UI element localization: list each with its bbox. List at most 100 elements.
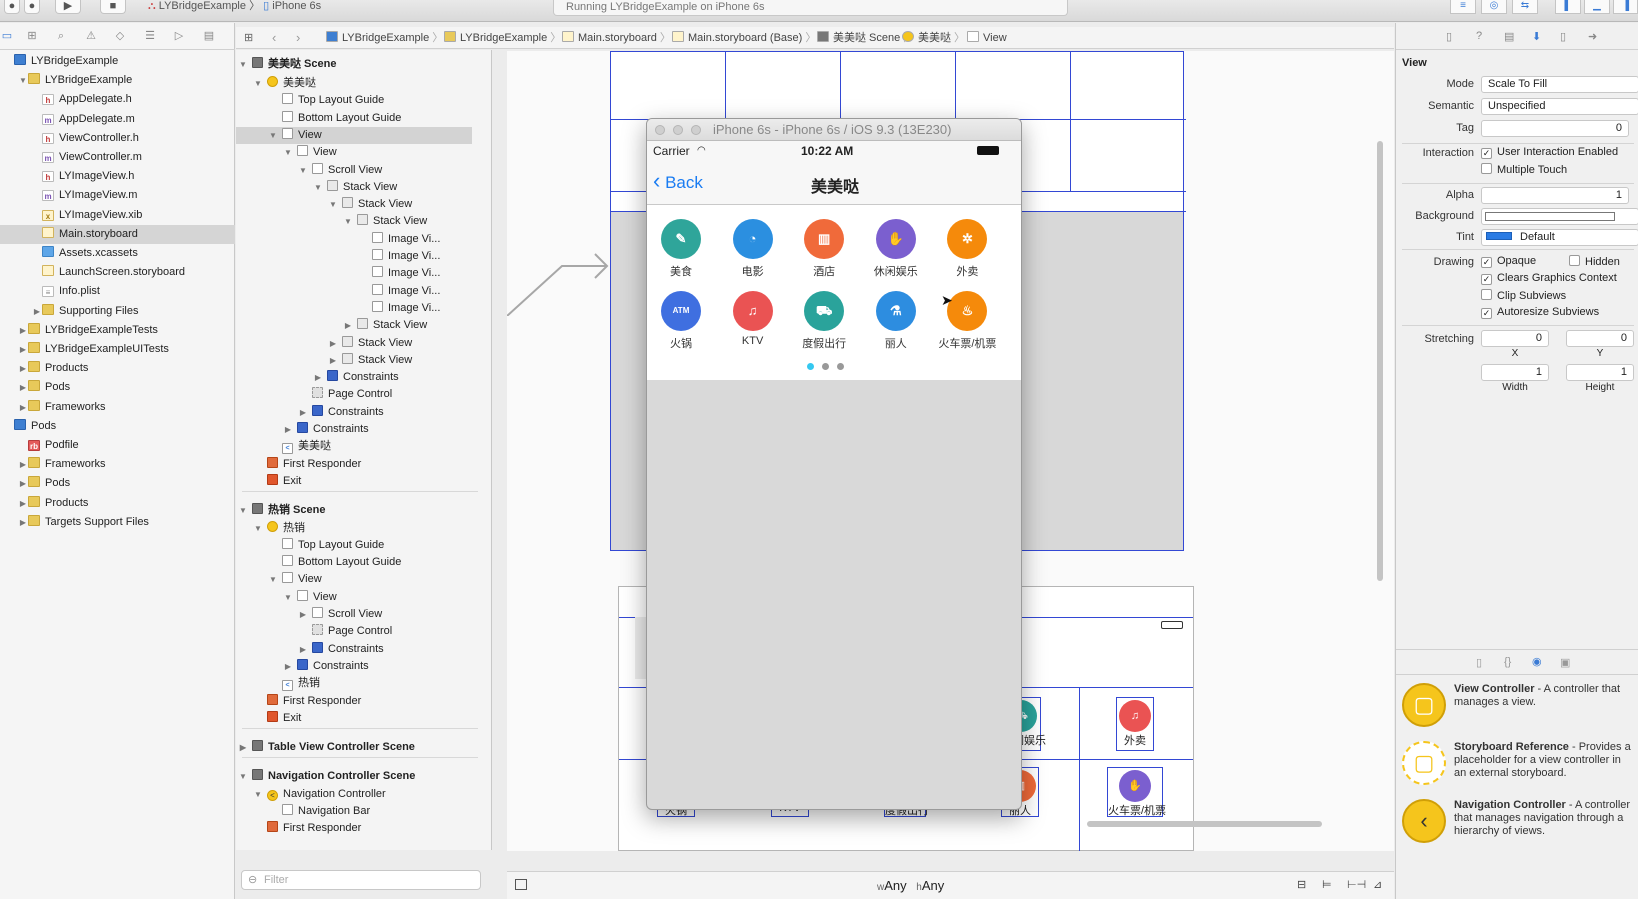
disclosure-open-icon[interactable]: ▼	[253, 75, 263, 92]
outline-item[interactable]: ▼ View	[236, 589, 472, 606]
outline-item[interactable]: ▼ View	[236, 144, 472, 161]
disclosure-open-icon[interactable]: ▼	[283, 589, 293, 606]
outline-item[interactable]: ▼ Navigation Controller Scene	[236, 768, 472, 785]
disclosure-closed-icon[interactable]: ▶	[18, 513, 28, 532]
back-arrow-icon[interactable]: ‹	[272, 30, 276, 45]
hidden-checkbox[interactable]: Hidden	[1569, 255, 1620, 268]
outline-item[interactable]: ▶ Constraints	[236, 658, 472, 675]
run-button[interactable]: ▶	[55, 0, 81, 14]
size-class-selector[interactable]: wAny hAny	[877, 878, 944, 893]
outline-item[interactable]: ▶ Constraints	[236, 404, 472, 421]
outline-item[interactable]: ▼ 热销	[236, 520, 472, 537]
outline-item[interactable]: Image Vi...	[236, 300, 472, 317]
disclosure-closed-icon[interactable]: ▶	[298, 641, 308, 658]
disclosure-closed-icon[interactable]: ▶	[298, 606, 308, 623]
library-item[interactable]: ▢ Storyboard Reference - Provides a place…	[1402, 737, 1638, 793]
disclosure-open-icon[interactable]: ▼	[328, 196, 338, 213]
file-tree-item[interactable]: ▶ Frameworks	[0, 455, 235, 474]
file-tree-item[interactable]: Pods	[0, 417, 235, 436]
outline-item[interactable]: ▼ 热销 Scene	[236, 502, 472, 519]
outline-item[interactable]: First Responder	[236, 693, 472, 710]
autoresize-checkbox[interactable]: ✓ Autoresize Subviews	[1481, 306, 1599, 319]
outline-item[interactable]: < 热销	[236, 675, 472, 692]
user-interaction-checkbox[interactable]: ✓ User Interaction Enabled	[1481, 146, 1618, 159]
version-editor-icon[interactable]: ⇆	[1512, 0, 1538, 14]
file-tree-item[interactable]: ≡ Info.plist	[0, 282, 235, 301]
outline-item[interactable]: ▼ Scroll View	[236, 162, 472, 179]
help-inspector-icon[interactable]: ?	[1476, 30, 1482, 42]
file-tree-item[interactable]: ▶ Pods	[0, 378, 235, 397]
outline-item[interactable]: ▶ Stack View	[236, 317, 472, 334]
multiple-touch-checkbox[interactable]: Multiple Touch	[1481, 163, 1567, 176]
assistant-editor-icon[interactable]: ◎	[1481, 0, 1507, 14]
outline-item[interactable]: ▼ View	[236, 571, 472, 588]
file-tree-item[interactable]: m ViewController.m	[0, 148, 235, 167]
disclosure-closed-icon[interactable]: ▶	[18, 398, 28, 417]
symbol-nav-icon[interactable]: ⊞	[25, 30, 39, 42]
page-dot-1[interactable]	[807, 363, 814, 370]
object-library-icon[interactable]: ◉	[1532, 655, 1542, 668]
disclosure-closed-icon[interactable]: ▶	[18, 359, 28, 378]
outline-item[interactable]: ▶ Constraints	[236, 641, 472, 658]
tint-select[interactable]: Default	[1481, 229, 1638, 246]
clip-subviews-checkbox[interactable]: Clip Subviews	[1481, 289, 1566, 302]
disclosure-open-icon[interactable]: ▼	[238, 56, 248, 73]
simulator-title-bar[interactable]: iPhone 6s - iPhone 6s / iOS 9.3 (13E230)	[647, 119, 1021, 141]
category-item[interactable]: ⛟ 度假出行	[794, 291, 854, 351]
stack-button[interactable]: ⊟	[1297, 878, 1306, 891]
outline-item[interactable]: ▶ Constraints	[236, 369, 472, 386]
disclosure-open-icon[interactable]: ▼	[283, 144, 293, 161]
code-snippet-icon[interactable]: {}	[1504, 656, 1511, 668]
outline-item[interactable]: ▼ Stack View	[236, 196, 472, 213]
disclosure-open-icon[interactable]: ▼	[238, 502, 248, 519]
disclosure-closed-icon[interactable]: ▶	[343, 317, 353, 334]
file-inspector-icon[interactable]: ▯	[1446, 30, 1452, 43]
standard-editor-icon[interactable]: ≡	[1450, 0, 1476, 14]
align-button[interactable]: ⊨	[1322, 878, 1332, 891]
category-item[interactable]: ▥ 酒店	[794, 219, 854, 279]
disclosure-closed-icon[interactable]: ▶	[18, 340, 28, 359]
file-template-icon[interactable]: ▯	[1476, 656, 1482, 669]
disclosure-closed-icon[interactable]: ▶	[298, 404, 308, 421]
category-item[interactable]: ✲ 外卖	[937, 219, 997, 279]
lower-item-tickets[interactable]: ✋ 火车票/机票	[1107, 767, 1166, 817]
file-tree-item[interactable]: ▶ LYBridgeExampleTests	[0, 321, 235, 340]
file-tree-item[interactable]: LYBridgeExample	[0, 52, 235, 71]
file-tree-item[interactable]: Assets.xcassets	[0, 244, 235, 263]
stretch-y-field[interactable]: 0	[1566, 330, 1634, 347]
outline-item[interactable]: ▶ Stack View	[236, 335, 472, 352]
outline-filter-input[interactable]: ⊖ Filter	[241, 870, 481, 890]
outline-item[interactable]: ▶ Scroll View	[236, 606, 472, 623]
outline-item[interactable]: Exit	[236, 710, 472, 727]
report-nav-icon[interactable]: ▤	[202, 30, 216, 42]
outline-item[interactable]: ▼ Stack View	[236, 213, 472, 230]
disclosure-open-icon[interactable]: ▼	[268, 127, 278, 144]
outline-toggle-icon[interactable]	[515, 879, 527, 890]
file-tree-item[interactable]: ▶ Targets Support Files	[0, 513, 235, 532]
outline-item[interactable]: First Responder	[236, 456, 472, 473]
outline-item[interactable]: Image Vi...	[236, 265, 472, 282]
related-items-icon[interactable]: ⊞	[244, 31, 253, 44]
mode-select[interactable]: Scale To Fill	[1481, 76, 1638, 93]
category-item[interactable]: ⚗ 丽人	[866, 291, 926, 351]
category-item[interactable]: ✎ 美食	[651, 219, 711, 279]
toggle-utilities-icon[interactable]: ▐	[1613, 0, 1638, 14]
file-tree-item[interactable]: ▶ LYBridgeExampleUITests	[0, 340, 235, 359]
scheme-selector[interactable]: ⛬ LYBridgeExample 〉 ▯ iPhone 6s	[148, 0, 321, 14]
disclosure-closed-icon[interactable]: ▶	[313, 369, 323, 386]
outline-item[interactable]: < 美美哒	[236, 438, 472, 455]
outline-item[interactable]: ▶ Table View Controller Scene	[236, 739, 472, 756]
disclosure-open-icon[interactable]: ▼	[253, 786, 263, 803]
outline-item[interactable]: Bottom Layout Guide	[236, 110, 472, 127]
disclosure-open-icon[interactable]: ▼	[343, 213, 353, 230]
toggle-debug-icon[interactable]: ▁	[1584, 0, 1610, 14]
breadcrumb-item[interactable]: 美美哒 〉	[902, 31, 965, 45]
outline-item[interactable]: First Responder	[236, 820, 472, 837]
outline-item[interactable]: ▼ View	[236, 126, 472, 144]
file-tree-item[interactable]: ▶ Products	[0, 359, 235, 378]
breadcrumb-item[interactable]: LYBridgeExample 〉	[326, 31, 443, 45]
stretch-x-field[interactable]: 0	[1481, 330, 1549, 347]
disclosure-closed-icon[interactable]: ▶	[238, 739, 248, 756]
outline-item[interactable]: ▼ 美美哒	[236, 75, 472, 92]
background-color-well[interactable]	[1481, 208, 1638, 225]
